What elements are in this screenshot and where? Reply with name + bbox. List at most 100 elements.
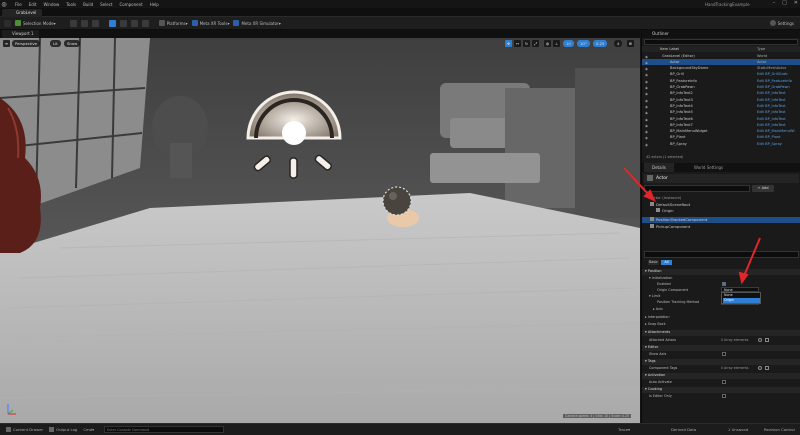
prop-axis[interactable]: ▸ Axis	[642, 306, 800, 312]
world-settings-tab[interactable]: World Settings	[694, 163, 723, 172]
content-drawer-button[interactable]: Content Drawer	[6, 427, 43, 432]
outliner-row-type[interactable]: Edit BP_Spray	[757, 141, 782, 147]
outliner-column-header: Item Label Type	[642, 46, 800, 53]
maximize-icon[interactable]: □	[782, 0, 787, 6]
col-item-label[interactable]: Item Label	[660, 46, 679, 52]
delete-icon[interactable]	[765, 338, 769, 342]
derived-data-button[interactable]: Derived Data	[671, 427, 696, 432]
blueprint-icon[interactable]	[80, 19, 88, 27]
close-icon[interactable]: ✕	[794, 0, 798, 6]
cinematics-icon[interactable]	[91, 19, 99, 27]
section-editor[interactable]: ▾ Editor	[642, 345, 800, 351]
meta-xr-tools-button[interactable]: Meta XR Tools ▾	[191, 19, 229, 27]
details-tab[interactable]: Details	[644, 163, 674, 172]
menu-build[interactable]: Build	[83, 2, 93, 7]
dropdown-option-origin[interactable]: Origin	[723, 298, 760, 303]
maximize-viewport-icon[interactable]: ⊞	[627, 40, 634, 47]
menu-tools[interactable]: Tools	[66, 2, 76, 7]
output-log-button[interactable]: Output Log	[49, 427, 77, 432]
menu-window[interactable]: Window	[43, 2, 59, 7]
actor-icon	[647, 175, 653, 181]
menu-select[interactable]: Select	[100, 2, 112, 7]
filter-all-button[interactable]: All	[661, 260, 672, 265]
console-command-input[interactable]: Enter Console Command	[104, 426, 224, 433]
trace-button[interactable]: Trace ▾	[618, 427, 630, 432]
outliner-search-input[interactable]	[644, 39, 798, 45]
minimize-icon[interactable]: –	[773, 0, 776, 6]
gear-icon	[769, 20, 776, 26]
translate-icon[interactable]: ↔	[514, 40, 521, 47]
scale-snap-button[interactable]: 0.25	[593, 40, 608, 47]
actor-name-field[interactable]: Actor	[656, 174, 668, 183]
viewport-menu-icon[interactable]: ≡	[3, 40, 10, 47]
show-axis-checkbox[interactable]	[722, 352, 726, 356]
section-cooking[interactable]: ▾ Cooking	[642, 387, 800, 393]
play-icon[interactable]	[108, 19, 116, 27]
world-local-icon[interactable]: ◍	[544, 40, 551, 47]
wood-table	[0, 193, 640, 423]
output-log-label: Output Log	[56, 427, 78, 432]
lit-button[interactable]: Lit	[50, 40, 61, 47]
details-search-input[interactable]	[644, 251, 799, 258]
delete-tags-icon[interactable]	[765, 366, 769, 370]
settings-button[interactable]: Settings	[769, 19, 794, 27]
add-component-button[interactable]: + Add	[752, 185, 774, 192]
rotation-snap-button[interactable]: 10°	[577, 40, 590, 47]
save-icon[interactable]	[4, 19, 11, 27]
unreal-logo-icon[interactable]: ◎	[0, 0, 8, 8]
scale-icon[interactable]: ⤢	[532, 40, 539, 47]
components-search-input[interactable]	[644, 185, 750, 192]
launch-options-icon[interactable]	[141, 19, 149, 27]
add-actor-icon[interactable]	[69, 19, 77, 27]
menu-component[interactable]: Component	[119, 2, 142, 7]
prop-auto-activate: Auto Activate	[642, 379, 800, 385]
section-attachments[interactable]: ▾ Attachments	[642, 330, 800, 336]
component-item[interactable]: PickupComponent	[642, 224, 800, 230]
auto-activate-checkbox[interactable]	[722, 380, 726, 384]
menu-file[interactable]: File	[15, 2, 22, 7]
perspective-label: Perspective	[15, 41, 37, 46]
rotate-icon[interactable]: ↻	[523, 40, 530, 47]
stop-icon[interactable]	[130, 19, 138, 27]
add-tag-icon[interactable]	[758, 366, 762, 370]
is-editor-only-checkbox[interactable]	[722, 394, 726, 398]
section-tags[interactable]: ▾ Tags	[642, 359, 800, 365]
component-item[interactable]: Actor (Instance)	[642, 195, 800, 201]
outliner-row[interactable]: ◉ BP_Spray Edit BP_Spray	[642, 141, 800, 147]
perspective-button[interactable]: Perspective	[12, 40, 40, 47]
cmd-button[interactable]: Cmd ▾	[83, 427, 94, 432]
col-type-label[interactable]: Type	[757, 46, 765, 52]
show-button[interactable]: Show	[64, 40, 81, 47]
menu-edit[interactable]: Edit	[29, 2, 37, 7]
enabled-checkbox[interactable]	[722, 282, 726, 286]
filter-basic-button[interactable]: Basic	[648, 260, 659, 265]
platforms-button[interactable]: Platforms ▾	[158, 19, 188, 27]
component-icon	[650, 201, 654, 206]
level-tab[interactable]: GrabLevel	[2, 9, 43, 17]
step-icon[interactable]	[119, 19, 127, 27]
revision-control-label: Revision Control	[764, 427, 795, 432]
component-item[interactable]: Origin	[642, 208, 800, 214]
unsaved-button[interactable]: 1 Unsaved	[728, 427, 748, 432]
grid-snap-button[interactable]: 10	[563, 40, 574, 47]
viewport-tab-label: Viewport 1	[12, 31, 34, 36]
revision-control-button[interactable]: Revision Control	[764, 427, 795, 432]
select-tool-icon[interactable]: ✥	[505, 40, 512, 47]
component-item[interactable]: DefaultSceneRoot	[642, 201, 800, 208]
level-viewport[interactable]: ≡ Perspective Lit Show ✥ ↔ ↻ ⤢ ◍ ⊥ 10 10…	[0, 38, 640, 423]
meta-xr-simulator-button[interactable]: Meta XR Simulator ▾	[233, 19, 281, 27]
section-activation[interactable]: ▾ Activation	[642, 373, 800, 379]
prop-snap-back[interactable]: ▸ Snap Back	[642, 321, 800, 327]
platforms-icon	[158, 20, 165, 26]
camera-speed-button[interactable]: 4	[614, 40, 623, 47]
menu-help[interactable]: Help	[150, 2, 159, 7]
add-element-icon[interactable]	[758, 338, 762, 342]
component-item[interactable]: PositionTrackedComponent	[642, 216, 800, 223]
viewport-tab[interactable]: Viewport 1	[2, 30, 39, 38]
prop-interpolation[interactable]: ▸ Interpolation	[642, 314, 800, 320]
selection-mode-button[interactable]: Selection Mode ▾	[15, 19, 56, 27]
surface-snap-icon[interactable]: ⊥	[553, 40, 560, 47]
section-position[interactable]: ▾ Position	[642, 269, 800, 275]
visibility-eye-icon[interactable]: ◉	[645, 142, 648, 148]
details-tab-label: Details	[652, 165, 666, 170]
